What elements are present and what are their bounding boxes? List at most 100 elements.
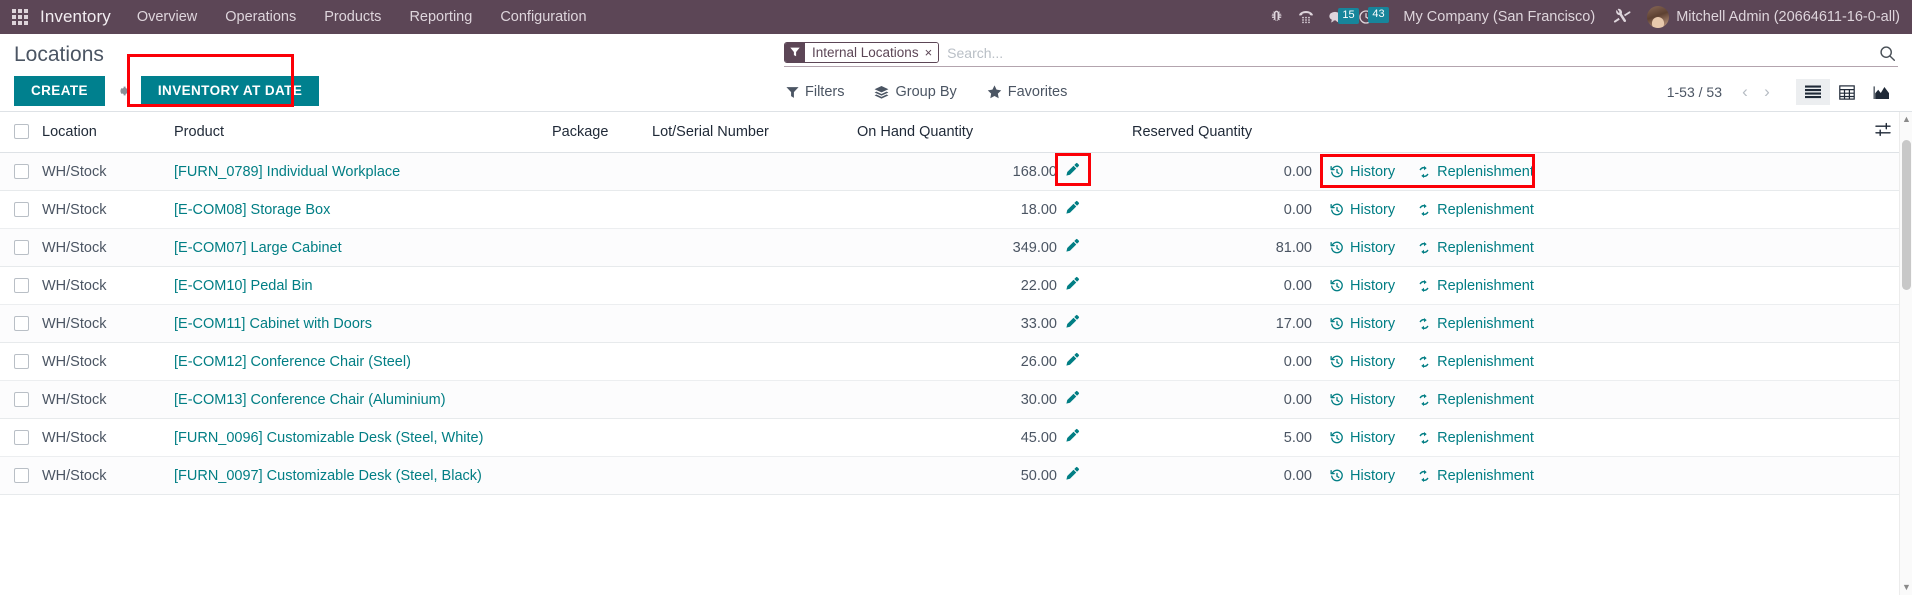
row-checkbox[interactable] xyxy=(14,202,29,217)
product-link[interactable]: [E-COM08] Storage Box xyxy=(174,202,330,218)
app-brand-inventory[interactable]: Inventory xyxy=(40,7,111,27)
replenishment-button[interactable]: Replenishment xyxy=(1417,164,1534,180)
table-row[interactable]: WH/Stock[E-COM07] Large Cabinet349.0081.… xyxy=(0,229,1912,267)
history-button[interactable]: History xyxy=(1330,468,1395,484)
pencil-icon[interactable] xyxy=(1057,276,1080,291)
replenishment-button[interactable]: Replenishment xyxy=(1417,278,1534,294)
chevron-right-icon[interactable]: › xyxy=(1756,83,1778,101)
select-all-checkbox[interactable] xyxy=(14,124,29,139)
row-checkbox[interactable] xyxy=(14,316,29,331)
replenishment-button[interactable]: Replenishment xyxy=(1417,202,1534,218)
phone-keypad-icon[interactable] xyxy=(1291,9,1321,25)
group-by-dropdown[interactable]: Group By xyxy=(874,84,956,100)
table-row[interactable]: WH/Stock[E-COM12] Conference Chair (Stee… xyxy=(0,343,1912,381)
avatar[interactable] xyxy=(1647,6,1669,28)
chat-bubble-icon[interactable]: 15 xyxy=(1321,10,1351,25)
close-icon[interactable]: × xyxy=(925,43,939,62)
user-menu[interactable]: Mitchell Admin (20664611-16-0-all) xyxy=(1676,9,1900,25)
column-header-product[interactable]: Product xyxy=(174,112,552,153)
product-link[interactable]: [E-COM11] Cabinet with Doors xyxy=(174,316,372,332)
vertical-scrollbar[interactable]: ▲ ▼ xyxy=(1899,112,1912,595)
wrench-screwdriver-icon[interactable] xyxy=(1609,8,1635,26)
row-checkbox[interactable] xyxy=(14,468,29,483)
product-link[interactable]: [E-COM07] Large Cabinet xyxy=(174,240,342,256)
replenishment-button[interactable]: Replenishment xyxy=(1417,354,1534,370)
history-button[interactable]: History xyxy=(1330,354,1395,370)
pencil-icon[interactable] xyxy=(1057,352,1080,367)
table-row[interactable]: WH/Stock[E-COM08] Storage Box18.000.00Hi… xyxy=(0,191,1912,229)
row-checkbox[interactable] xyxy=(14,430,29,445)
table-grid-icon[interactable] xyxy=(1830,79,1864,105)
scroll-up-arrow[interactable]: ▲ xyxy=(1900,113,1912,126)
column-header-on-hand-quantity[interactable]: On Hand Quantity xyxy=(857,112,1057,153)
history-button[interactable]: History xyxy=(1330,164,1395,180)
replenishment-button[interactable]: Replenishment xyxy=(1417,316,1534,332)
row-checkbox[interactable] xyxy=(14,278,29,293)
table-row[interactable]: WH/Stock[FURN_0096] Customizable Desk (S… xyxy=(0,419,1912,457)
search-input[interactable] xyxy=(939,43,1869,64)
cell-edit-action xyxy=(1057,153,1132,191)
table-row[interactable]: WH/Stock[E-COM10] Pedal Bin22.000.00Hist… xyxy=(0,267,1912,305)
menu-item-configuration[interactable]: Configuration xyxy=(500,9,586,25)
cell-on-hand-quantity: 349.00 xyxy=(857,229,1057,267)
product-link[interactable]: [FURN_0096] Customizable Desk (Steel, Wh… xyxy=(174,430,483,446)
create-button[interactable]: CREATE xyxy=(14,76,105,106)
product-link[interactable]: [E-COM12] Conference Chair (Steel) xyxy=(174,354,411,370)
menu-item-overview[interactable]: Overview xyxy=(137,9,197,25)
pencil-icon[interactable] xyxy=(1057,200,1080,215)
gear-icon[interactable] xyxy=(115,83,131,99)
history-button[interactable]: History xyxy=(1330,202,1395,218)
menu-item-operations[interactable]: Operations xyxy=(225,9,296,25)
replenishment-button[interactable]: Replenishment xyxy=(1417,430,1534,446)
product-link[interactable]: [FURN_0789] Individual Workplace xyxy=(174,164,400,180)
bug-icon[interactable] xyxy=(1261,9,1291,25)
row-checkbox[interactable] xyxy=(14,240,29,255)
column-options-icon[interactable] xyxy=(1875,122,1892,137)
company-switcher[interactable]: My Company (San Francisco) xyxy=(1403,9,1595,25)
column-header-package[interactable]: Package xyxy=(552,112,652,153)
table-row[interactable]: WH/Stock[FURN_0789] Individual Workplace… xyxy=(0,153,1912,191)
replenishment-button[interactable]: Replenishment xyxy=(1417,392,1534,408)
column-header-location[interactable]: Location xyxy=(42,112,174,153)
pencil-icon[interactable] xyxy=(1057,390,1080,405)
clock-activity-icon[interactable]: 43 xyxy=(1351,9,1381,25)
area-chart-icon[interactable] xyxy=(1864,79,1898,105)
cell-reserved-quantity: 0.00 xyxy=(1132,191,1312,229)
pencil-icon[interactable] xyxy=(1057,162,1080,177)
chevron-left-icon[interactable]: ‹ xyxy=(1734,83,1756,101)
cell-on-hand-quantity: 30.00 xyxy=(857,381,1057,419)
favorites-dropdown[interactable]: Favorites xyxy=(987,84,1068,100)
search-icon[interactable] xyxy=(1869,45,1898,62)
column-header-lot-serial-number[interactable]: Lot/Serial Number xyxy=(652,112,857,153)
pencil-icon[interactable] xyxy=(1057,314,1080,329)
row-checkbox[interactable] xyxy=(14,354,29,369)
filters-dropdown[interactable]: Filters xyxy=(786,84,844,100)
table-row[interactable]: WH/Stock[E-COM11] Cabinet with Doors33.0… xyxy=(0,305,1912,343)
history-button[interactable]: History xyxy=(1330,316,1395,332)
history-button[interactable]: History xyxy=(1330,430,1395,446)
column-header-reserved-quantity[interactable]: Reserved Quantity xyxy=(1132,112,1312,153)
table-row[interactable]: WH/Stock[FURN_0097] Customizable Desk (S… xyxy=(0,457,1912,495)
product-link[interactable]: [FURN_0097] Customizable Desk (Steel, Bl… xyxy=(174,468,482,484)
menu-item-reporting[interactable]: Reporting xyxy=(409,9,472,25)
scrollbar-thumb[interactable] xyxy=(1902,140,1911,290)
search-facet-internal-locations[interactable]: Internal Locations × xyxy=(784,42,939,63)
pencil-icon[interactable] xyxy=(1057,466,1080,481)
scroll-down-arrow[interactable]: ▼ xyxy=(1900,581,1912,594)
menu-item-products[interactable]: Products xyxy=(324,9,381,25)
apps-grid-icon[interactable] xyxy=(12,9,28,25)
pencil-icon[interactable] xyxy=(1057,238,1080,253)
list-icon[interactable] xyxy=(1796,79,1830,105)
replenishment-button[interactable]: Replenishment xyxy=(1417,468,1534,484)
product-link[interactable]: [E-COM10] Pedal Bin xyxy=(174,278,313,294)
history-button[interactable]: History xyxy=(1330,240,1395,256)
row-checkbox[interactable] xyxy=(14,164,29,179)
history-button[interactable]: History xyxy=(1330,278,1395,294)
product-link[interactable]: [E-COM13] Conference Chair (Aluminium) xyxy=(174,392,446,408)
history-button[interactable]: History xyxy=(1330,392,1395,408)
replenishment-button[interactable]: Replenishment xyxy=(1417,240,1534,256)
pencil-icon[interactable] xyxy=(1057,428,1080,443)
table-row[interactable]: WH/Stock[E-COM13] Conference Chair (Alum… xyxy=(0,381,1912,419)
row-checkbox[interactable] xyxy=(14,392,29,407)
inventory-at-date-button[interactable]: INVENTORY AT DATE xyxy=(141,76,319,106)
